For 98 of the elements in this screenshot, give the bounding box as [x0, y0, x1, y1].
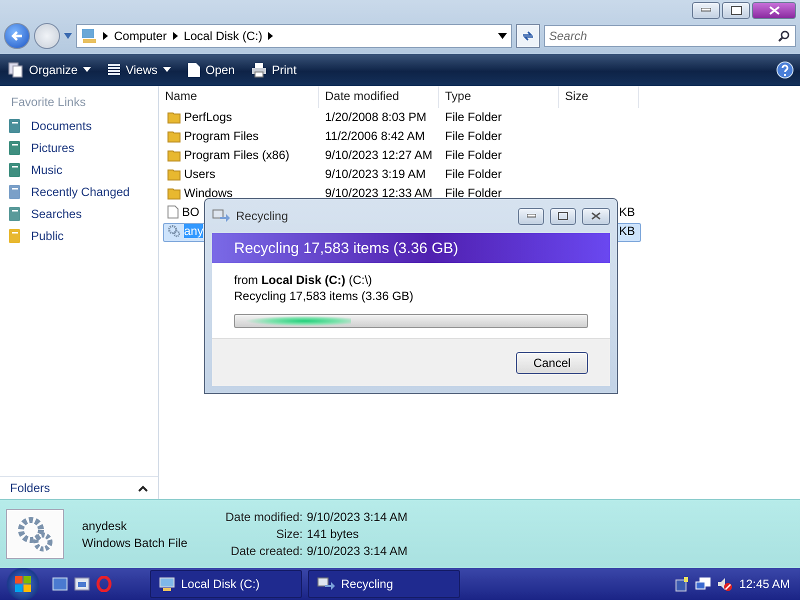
table-cell-text: File Folder [444, 129, 503, 144]
computer-icon [159, 576, 175, 592]
sidebar-link[interactable]: Searches [0, 202, 158, 225]
file-type: Windows Batch File [82, 536, 188, 550]
table-cell: KB [618, 224, 635, 238]
toolbar-button[interactable]: Views [104, 62, 172, 77]
file-name: anydesk [82, 518, 128, 533]
property-label: Size: [275, 527, 303, 542]
close-icon [591, 212, 601, 220]
maximize-icon [730, 6, 742, 14]
refresh-button[interactable] [516, 24, 540, 48]
close-button[interactable] [582, 208, 610, 224]
document-icon [186, 62, 200, 78]
browser-icon[interactable] [96, 576, 112, 592]
minimize-button[interactable] [518, 208, 544, 224]
sidebar-link[interactable]: Documents [0, 114, 158, 137]
folders-label: Folders [10, 481, 50, 496]
maximize-button[interactable] [722, 2, 750, 18]
chevron-right-icon [172, 32, 178, 40]
table-cell-text: File Folder [444, 167, 503, 182]
column-header[interactable]: Type [439, 86, 559, 108]
table-cell-text: 1/20/2008 8:03 PM [324, 110, 428, 124]
taskbar-button[interactable]: Recycling [308, 570, 460, 598]
cancel-button[interactable]: Cancel [516, 352, 588, 374]
maximize-button[interactable] [550, 208, 576, 224]
taskbar-button[interactable]: Local Disk (C:) [150, 570, 302, 598]
dialog-heading: Recycling 17,583 items (3.36 GB) [234, 240, 458, 256]
minimize-button[interactable] [692, 2, 720, 18]
minimize-icon [701, 8, 711, 12]
toolbar-button[interactable]: Print [248, 62, 299, 78]
file-name[interactable]: PerfLogs [184, 110, 232, 124]
property-value: 9/10/2023 3:14 AM [306, 544, 408, 558]
window-transfer-icon [317, 576, 335, 591]
clock: 12:45 AM [739, 576, 790, 591]
chevron-right-icon [103, 32, 108, 40]
address-bar[interactable]: Computer Local Disk (C:) [76, 24, 512, 48]
breadcrumb-item[interactable]: Computer [114, 29, 167, 43]
show-desktop-icon[interactable] [52, 576, 68, 591]
arrow-left-icon [11, 30, 23, 42]
caret-icon [82, 67, 91, 72]
property-value: 9/10/2023 3:14 AM [306, 510, 408, 524]
maximize-icon [558, 212, 568, 220]
computer-icon [81, 28, 97, 44]
windows-logo-icon [14, 574, 32, 593]
muted-speaker-icon[interactable] [717, 576, 734, 592]
dropdown-arrow-icon[interactable] [498, 33, 507, 39]
table-cell-text: File Folder [444, 110, 503, 124]
chevron-up-icon [138, 484, 148, 492]
search-field[interactable]: Search [544, 25, 796, 47]
refresh-icon [521, 30, 535, 42]
close-button[interactable] [752, 2, 796, 18]
file-name[interactable]: BO [182, 205, 200, 220]
file-name[interactable]: Program Files [184, 129, 259, 144]
close-icon [768, 6, 780, 14]
back-button[interactable] [4, 23, 30, 49]
table-cell-text: 9/10/2023 12:33 AM [324, 186, 434, 200]
table-cell-text: File Folder [444, 148, 503, 162]
property-label: Date modified: [225, 510, 303, 524]
gears-icon [15, 514, 55, 554]
forward-button[interactable] [34, 23, 60, 49]
column-header[interactable]: Name [159, 86, 319, 108]
file-name[interactable]: Windows [184, 186, 233, 200]
caret-icon [162, 67, 170, 72]
tray-icon[interactable] [675, 576, 690, 592]
property-label: Date created: [230, 544, 303, 558]
sidebar-heading: Favorite Links [10, 94, 87, 111]
file-icon [167, 205, 179, 220]
sidebar-link[interactable]: Public [0, 224, 158, 247]
switch-windows-icon[interactable] [74, 576, 90, 591]
sidebar-link[interactable]: Music [0, 158, 158, 181]
table-cell-text: File Folder [444, 186, 503, 200]
minimize-icon [526, 214, 536, 218]
gear-icon [167, 224, 181, 238]
window-title: Recycling [236, 209, 290, 223]
property-value: 141 bytes [306, 527, 360, 542]
sidebar-link[interactable]: Recently Changed [0, 180, 158, 203]
help-icon[interactable] [776, 60, 794, 79]
sidebar-link[interactable]: Pictures [0, 136, 158, 159]
table-cell-text: 11/2/2006 8:42 AM [324, 129, 426, 144]
chevron-right-icon [268, 32, 274, 40]
table-cell: KB [618, 205, 635, 220]
window-transfer-icon [212, 209, 230, 223]
table-cell-text: 9/10/2023 12:27 AM [324, 148, 434, 162]
search-icon [778, 30, 790, 42]
status-text: Recycling 17,583 items (3.36 GB) [234, 289, 414, 303]
network-icon[interactable] [695, 576, 712, 591]
printer-icon [250, 62, 267, 78]
list-view-icon [106, 62, 121, 77]
table-cell-text: 9/10/2023 3:19 AM [324, 167, 427, 182]
breadcrumb-item[interactable]: Local Disk (C:) [184, 29, 262, 43]
column-header[interactable]: Size [559, 86, 639, 108]
file-name[interactable]: Program Files (x86) [184, 148, 290, 162]
source-text: from Local Disk (C:) (C:\) [234, 273, 374, 287]
toolbar-button[interactable]: Open [184, 62, 237, 78]
column-header[interactable]: Date modified [319, 86, 439, 108]
file-name[interactable]: Users [184, 167, 216, 182]
toolbar-button[interactable]: Organize [6, 62, 93, 78]
pages-icon [8, 62, 24, 78]
